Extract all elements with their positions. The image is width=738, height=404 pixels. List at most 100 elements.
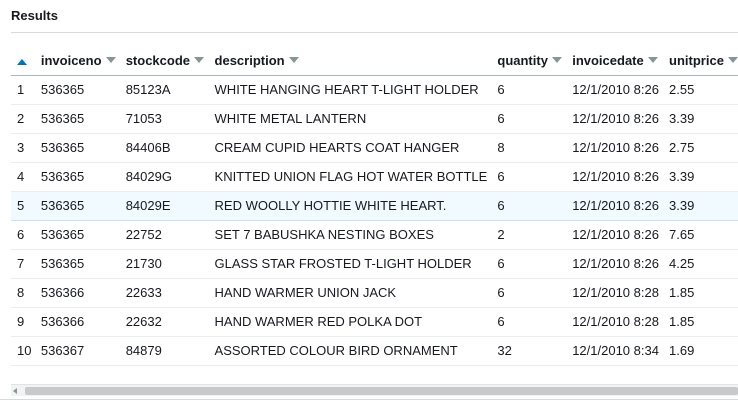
sort-caret-icon[interactable] bbox=[105, 57, 116, 64]
sort-caret-icon[interactable] bbox=[647, 57, 658, 64]
horizontal-scrollbar[interactable] bbox=[11, 384, 738, 396]
sort-caret-icon[interactable] bbox=[551, 57, 562, 64]
row-number-sort-header[interactable] bbox=[11, 46, 35, 76]
column-header-label: stockcode bbox=[125, 52, 191, 68]
column-header-label: unitprice bbox=[669, 52, 724, 68]
unitprice-cell: 1.85 bbox=[663, 307, 738, 337]
table-row[interactable]: 1 536365 85123A WHITE HANGING HEART T-LIGHT… bbox=[11, 75, 738, 105]
results-panel: Results invoiceno stockcode description … bbox=[0, 0, 738, 404]
title-divider bbox=[11, 32, 738, 33]
quantity-cell: 6 bbox=[491, 307, 567, 337]
description-cell: HAND WARMER RED POLKA DOT bbox=[208, 307, 492, 337]
quantity-cell: 6 bbox=[491, 75, 567, 105]
column-header-label: quantity bbox=[497, 52, 548, 68]
row-number-cell: 8 bbox=[11, 278, 35, 308]
column-header-invoiceno[interactable]: invoiceno bbox=[34, 46, 120, 76]
row-number-cell: 2 bbox=[11, 104, 35, 134]
description-cell: WHITE METAL LANTERN bbox=[208, 104, 492, 134]
stockcode-cell: 22752 bbox=[119, 220, 209, 250]
unitprice-cell: 3.39 bbox=[663, 104, 738, 134]
invoicedate-cell: 12/1/2010 8:26 bbox=[566, 133, 664, 163]
stockcode-cell: 71053 bbox=[119, 104, 209, 134]
invoicedate-cell: 12/1/2010 8:34 bbox=[566, 336, 664, 366]
invoicedate-cell: 12/1/2010 8:26 bbox=[566, 190, 664, 221]
unitprice-cell: 1.85 bbox=[663, 278, 738, 308]
column-header-description[interactable]: description bbox=[208, 46, 492, 76]
table-header-row: invoiceno stockcode description quantity… bbox=[11, 46, 738, 76]
table-row[interactable]: 10 536367 84879 ASSORTED COLOUR BIRD ORNAME… bbox=[11, 336, 738, 366]
quantity-cell: 6 bbox=[491, 104, 567, 134]
column-header-label: invoicedate bbox=[572, 52, 644, 68]
invoiceno-cell: 536365 bbox=[34, 220, 120, 250]
unitprice-cell: 4.25 bbox=[663, 249, 738, 279]
stockcode-cell: 85123A bbox=[119, 75, 209, 105]
invoiceno-cell: 536365 bbox=[34, 249, 120, 279]
stockcode-cell: 21730 bbox=[119, 249, 209, 279]
invoiceno-cell: 536365 bbox=[34, 104, 120, 134]
stockcode-cell: 84406B bbox=[119, 133, 209, 163]
stockcode-cell: 22632 bbox=[119, 307, 209, 337]
table-row[interactable]: 6 536365 22752 SET 7 BABUSHKA NESTING BOXES… bbox=[11, 220, 738, 250]
unitprice-cell: 3.39 bbox=[663, 190, 738, 221]
invoiceno-cell: 536365 bbox=[34, 162, 120, 192]
invoicedate-cell: 12/1/2010 8:28 bbox=[566, 278, 664, 308]
results-table: invoiceno stockcode description quantity… bbox=[11, 46, 738, 366]
sort-caret-icon[interactable] bbox=[727, 57, 738, 64]
results-table-body: 1 536365 85123A WHITE HANGING HEART T-LIGHT… bbox=[11, 75, 738, 366]
row-number-cell: 10 bbox=[11, 336, 35, 366]
sort-caret-icon[interactable] bbox=[288, 57, 299, 64]
column-header-label: invoiceno bbox=[40, 52, 102, 68]
invoiceno-cell: 536366 bbox=[34, 278, 120, 308]
row-number-cell: 3 bbox=[11, 133, 35, 163]
description-cell: WHITE HANGING HEART T-LIGHT HOLDER bbox=[208, 75, 492, 105]
invoiceno-cell: 536365 bbox=[34, 75, 120, 105]
description-cell: SET 7 BABUSHKA NESTING BOXES bbox=[208, 220, 492, 250]
table-row[interactable]: 3 536365 84406B CREAM CUPID HEARTS COAT HAN… bbox=[11, 133, 738, 163]
quantity-cell: 6 bbox=[491, 190, 567, 221]
table-row[interactable]: 8 536366 22633 HAND WARMER UNION JACK 6 12/1/… bbox=[11, 278, 738, 308]
invoiceno-cell: 536365 bbox=[34, 133, 120, 163]
column-header-unitprice[interactable]: unitprice bbox=[663, 46, 738, 76]
panel-bottom-divider bbox=[0, 399, 738, 400]
invoiceno-cell: 536365 bbox=[34, 190, 120, 221]
description-cell: RED WOOLLY HOTTIE WHITE HEART. bbox=[208, 190, 492, 221]
invoicedate-cell: 12/1/2010 8:26 bbox=[566, 104, 664, 134]
unitprice-cell: 2.75 bbox=[663, 133, 738, 163]
table-row[interactable]: 9 536366 22632 HAND WARMER RED POLKA DOT 6 12… bbox=[11, 307, 738, 337]
scrollbar-thumb[interactable] bbox=[25, 387, 738, 395]
column-header-stockcode[interactable]: stockcode bbox=[119, 46, 209, 76]
invoiceno-cell: 536366 bbox=[34, 307, 120, 337]
table-row[interactable]: 5 536365 84029E RED WOOLLY HOTTIE WHITE HEA… bbox=[11, 190, 738, 221]
table-row[interactable]: 4 536365 84029G KNITTED UNION FLAG HOT WATE… bbox=[11, 162, 738, 192]
unitprice-cell: 3.39 bbox=[663, 162, 738, 192]
stockcode-cell: 84029G bbox=[119, 162, 209, 192]
table-row[interactable]: 2 536365 71053 WHITE METAL LANTERN 6 12/1/201… bbox=[11, 104, 738, 134]
description-cell: HAND WARMER UNION JACK bbox=[208, 278, 492, 308]
results-title: Results bbox=[11, 8, 58, 23]
quantity-cell: 32 bbox=[491, 336, 567, 366]
invoicedate-cell: 12/1/2010 8:26 bbox=[566, 162, 664, 192]
stockcode-cell: 84029E bbox=[119, 190, 209, 221]
row-number-cell: 6 bbox=[11, 220, 35, 250]
stockcode-cell: 22633 bbox=[119, 278, 209, 308]
column-header-invoicedate[interactable]: invoicedate bbox=[566, 46, 664, 76]
quantity-cell: 6 bbox=[491, 162, 567, 192]
column-header-quantity[interactable]: quantity bbox=[491, 46, 567, 76]
stockcode-cell: 84879 bbox=[119, 336, 209, 366]
sort-ascending-icon[interactable] bbox=[17, 58, 27, 65]
description-cell: CREAM CUPID HEARTS COAT HANGER bbox=[208, 133, 492, 163]
invoicedate-cell: 12/1/2010 8:26 bbox=[566, 75, 664, 105]
table-row[interactable]: 7 536365 21730 GLASS STAR FROSTED T-LIGHT H… bbox=[11, 249, 738, 279]
row-number-cell: 1 bbox=[11, 75, 35, 105]
scroll-left-icon[interactable] bbox=[13, 388, 17, 394]
quantity-cell: 6 bbox=[491, 249, 567, 279]
unitprice-cell: 2.55 bbox=[663, 75, 738, 105]
description-cell: ASSORTED COLOUR BIRD ORNAMENT bbox=[208, 336, 492, 366]
column-header-label: description bbox=[214, 52, 285, 68]
row-number-cell: 7 bbox=[11, 249, 35, 279]
sort-caret-icon[interactable] bbox=[194, 57, 205, 64]
unitprice-cell: 7.65 bbox=[663, 220, 738, 250]
quantity-cell: 8 bbox=[491, 133, 567, 163]
unitprice-cell: 1.69 bbox=[663, 336, 738, 366]
quantity-cell: 2 bbox=[491, 220, 567, 250]
